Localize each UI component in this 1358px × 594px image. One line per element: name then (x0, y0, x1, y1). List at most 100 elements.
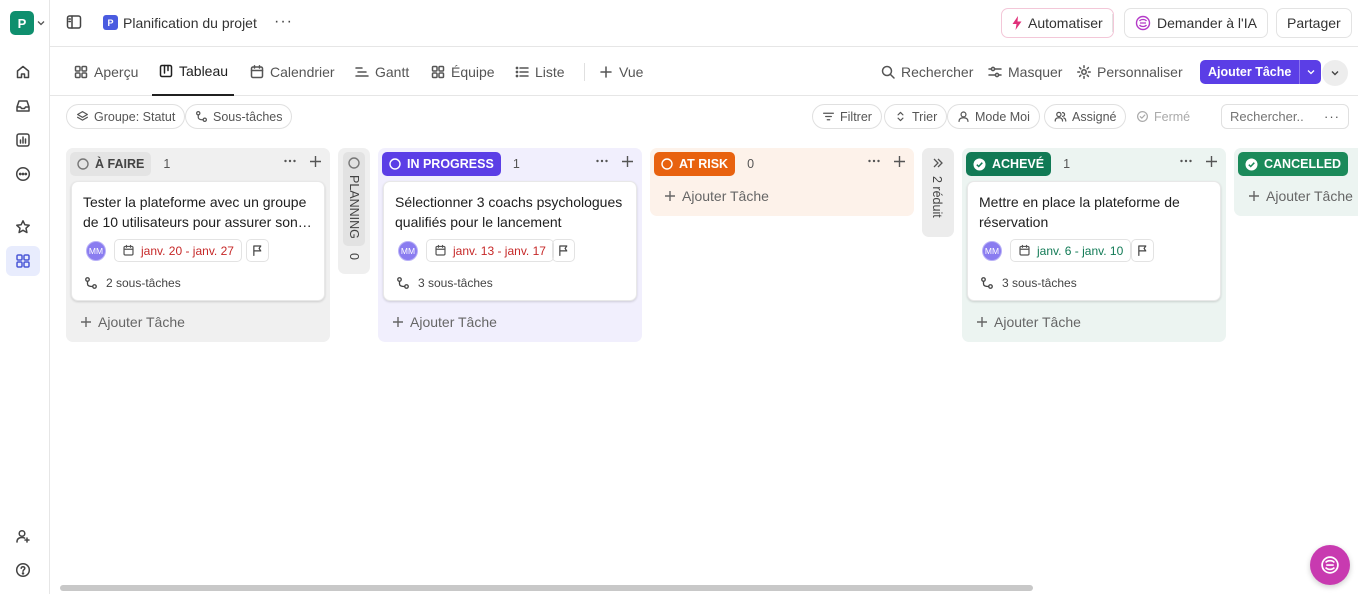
add-task-row[interactable]: Ajouter Tâche (976, 312, 1081, 332)
plus-icon (81, 317, 91, 327)
column-actions (1179, 154, 1218, 168)
status-badge[interactable]: AT RISK (654, 152, 736, 176)
tab-list[interactable]: Liste (514, 48, 565, 96)
column-actions (283, 154, 322, 168)
more-horizontal-icon[interactable] (1179, 154, 1193, 168)
plus-icon[interactable] (1205, 155, 1218, 168)
add-task-button[interactable]: Ajouter Tâche (1200, 60, 1322, 84)
me-mode-pill[interactable]: Mode Moi (947, 104, 1040, 129)
horizontal-scrollbar[interactable] (60, 585, 1033, 591)
more-horizontal-icon[interactable] (867, 154, 881, 168)
group-by-status-pill[interactable]: Groupe: Statut (66, 104, 186, 129)
add-task-row[interactable]: Ajouter Tâche (392, 312, 497, 332)
priority-button[interactable] (246, 239, 269, 262)
subtasks-count[interactable]: 3 sous-tâches (396, 276, 493, 290)
user-add-icon (16, 529, 30, 543)
task-title[interactable]: Sélectionner 3 coachs psychologues quali… (395, 192, 630, 232)
inbox-button[interactable] (6, 91, 40, 121)
hide-label: Masquer (1008, 64, 1063, 80)
search-options-icon[interactable]: ··· (1324, 109, 1340, 124)
views-bar: Aperçu Tableau Calendrier Gantt Équipe L… (50, 48, 1358, 96)
add-task-row[interactable]: Ajouter Tâche (1248, 186, 1353, 206)
task-title[interactable]: Tester la plateforme avec un groupe de 1… (83, 192, 318, 232)
tab-gantt[interactable]: Gantt (354, 48, 409, 96)
status-label: AT RISK (679, 157, 729, 171)
more-button[interactable] (6, 159, 40, 189)
chevron-down-icon (1307, 70, 1315, 75)
board-search-input[interactable] (1230, 109, 1320, 124)
me-mode-label: Mode Moi (975, 109, 1030, 124)
avatar[interactable]: MM (398, 241, 418, 261)
project-more-menu[interactable]: ··· (274, 13, 293, 31)
plus-icon[interactable] (309, 155, 322, 168)
status-badge[interactable]: CANCELLED (1238, 152, 1349, 176)
sidebar-toggle-icon[interactable] (66, 14, 82, 30)
subtasks-count[interactable]: 3 sous-tâches (980, 276, 1077, 290)
automate-button[interactable]: Automatiser (1001, 8, 1114, 38)
plus-icon[interactable] (893, 155, 906, 168)
status-badge[interactable]: ACHEVÉ (966, 152, 1052, 176)
add-task-row[interactable]: Ajouter Tâche (664, 186, 769, 206)
workspace-avatar[interactable]: P (10, 11, 34, 35)
group-label: Groupe: Statut (94, 109, 176, 124)
invite-button[interactable] (6, 521, 40, 551)
chevron-down-icon[interactable] (37, 19, 45, 27)
list-icon (515, 66, 529, 78)
collapsed-columns[interactable]: 2 réduit (922, 148, 954, 237)
hide-button[interactable]: Masquer (987, 48, 1062, 96)
tab-calendar[interactable]: Calendrier (249, 48, 335, 96)
status-circle-icon (77, 158, 89, 170)
task-card[interactable]: Mettre en place la plateforme de réserva… (967, 181, 1221, 301)
add-task-dropdown[interactable] (1299, 60, 1321, 84)
add-task-row[interactable]: Ajouter Tâche (80, 312, 185, 332)
column-header: À FAIRE 1 (70, 152, 170, 176)
left-rail: P (0, 0, 50, 594)
subtasks-count[interactable]: 2 sous-tâches (84, 276, 181, 290)
column-count: 1 (512, 157, 520, 171)
tab-team[interactable]: Équipe (430, 48, 495, 96)
column-planning-collapsed[interactable]: PLANNING 0 (338, 148, 370, 274)
assigned-pill[interactable]: Assigné (1044, 104, 1127, 129)
column-cancelled: CANCELLED 0 Ajouter Tâche (1234, 148, 1358, 216)
add-view-button[interactable]: Vue (598, 48, 643, 96)
date-range-chip[interactable]: janv. 6 - janv. 10 (1010, 239, 1132, 262)
plus-icon[interactable] (621, 155, 634, 168)
subtask-icon (981, 277, 993, 289)
ai-assistant-button[interactable] (1310, 545, 1350, 585)
customize-button[interactable]: Personnaliser (1076, 48, 1183, 96)
task-title[interactable]: Mettre en place la plateforme de réserva… (979, 192, 1214, 232)
help-button[interactable] (6, 555, 40, 585)
dashboards-button[interactable] (6, 125, 40, 155)
home-button[interactable] (6, 57, 40, 87)
share-button[interactable]: Partager (1276, 8, 1352, 38)
sort-pill[interactable]: Trier (884, 104, 948, 129)
task-card[interactable]: Sélectionner 3 coachs psychologues quali… (383, 181, 637, 301)
more-horizontal-icon[interactable] (283, 154, 297, 168)
plus-icon (600, 66, 612, 78)
avatar[interactable]: MM (86, 241, 106, 261)
priority-button[interactable] (552, 239, 575, 262)
status-badge[interactable]: À FAIRE (70, 152, 152, 176)
favorites-button[interactable] (6, 212, 40, 242)
collapse-header-button[interactable] (1322, 60, 1348, 86)
date-range-chip[interactable]: janv. 20 - janv. 27 (114, 239, 242, 262)
date-range-chip[interactable]: janv. 13 - janv. 17 (426, 239, 554, 262)
avatar[interactable]: MM (982, 241, 1002, 261)
spaces-button[interactable] (6, 246, 40, 276)
tab-board[interactable]: Tableau (152, 48, 235, 96)
priority-button[interactable] (1131, 239, 1154, 262)
filter-pill[interactable]: Filtrer (812, 104, 882, 129)
task-card[interactable]: Tester la plateforme avec un groupe de 1… (71, 181, 325, 301)
more-horizontal-icon[interactable] (595, 154, 609, 168)
ask-ai-button[interactable]: Demander à l'IA (1124, 8, 1268, 38)
header-divider (1112, 14, 1113, 32)
subtask-icon (85, 277, 97, 289)
home-icon (16, 65, 30, 79)
subtasks-pill[interactable]: Sous-tâches (185, 104, 293, 129)
column-header: ACHEVÉ 1 (966, 152, 1070, 176)
search-button[interactable]: Rechercher (880, 48, 973, 96)
closed-pill[interactable]: Fermé (1126, 104, 1201, 129)
project-title[interactable]: Planification du projet (123, 15, 257, 31)
status-badge[interactable]: IN PROGRESS (382, 152, 501, 176)
tab-overview[interactable]: Aperçu (73, 48, 138, 96)
